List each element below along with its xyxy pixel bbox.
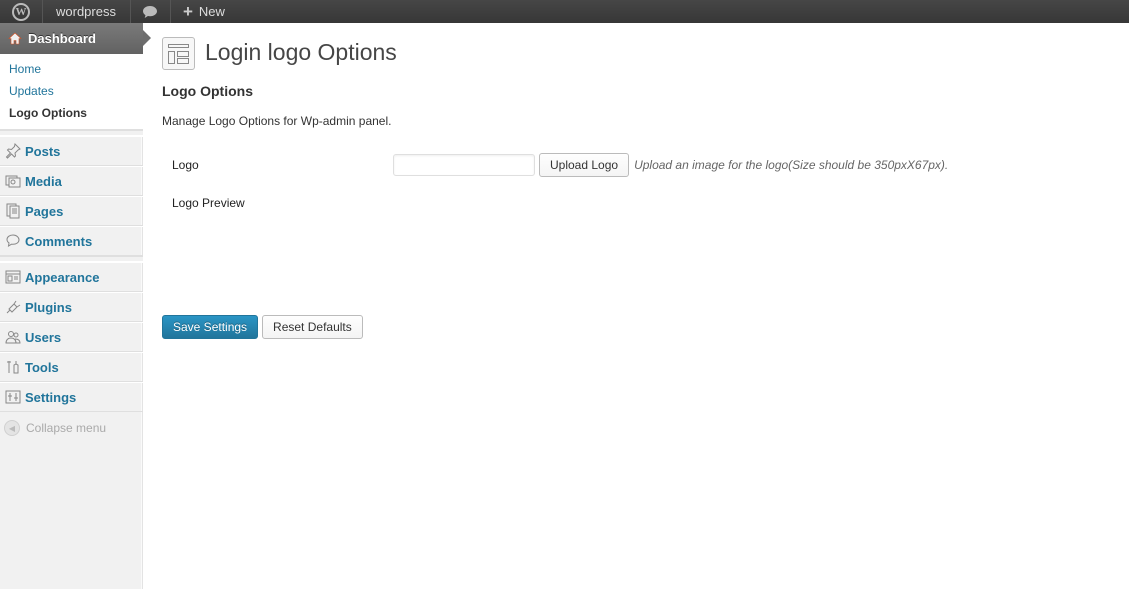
sidebar-item-dashboard[interactable]: Dashboard <box>0 23 151 54</box>
new-label: New <box>198 4 225 19</box>
sidebar-item-settings[interactable]: Settings <box>0 382 143 412</box>
dashboard-submenu: Home Updates Logo Options <box>0 54 143 130</box>
collapse-arrow-icon: ◀ <box>4 420 20 436</box>
sidebar-item-label: Dashboard <box>28 31 96 46</box>
sidebar-item-posts[interactable]: Posts <box>0 136 143 166</box>
comment-bubble-icon <box>143 5 158 18</box>
collapse-menu-button[interactable]: ◀ Collapse menu <box>0 412 143 444</box>
settings-icon <box>4 389 22 405</box>
section-title: Logo Options <box>162 83 253 99</box>
submenu-item-logo-options[interactable]: Logo Options <box>0 102 143 124</box>
home-icon <box>6 31 24 47</box>
tools-icon <box>4 359 22 375</box>
page-title: Login logo Options <box>205 38 397 65</box>
sidebar-item-users[interactable]: Users <box>0 322 143 352</box>
upload-logo-button[interactable]: Upload Logo <box>539 153 630 177</box>
logo-preview-label: Logo Preview <box>172 196 245 210</box>
submenu-item-home[interactable]: Home <box>0 58 143 80</box>
sidebar-item-label: Settings <box>25 389 77 405</box>
logo-field-row: Logo Upload Logo Upload an image for the… <box>172 153 1122 177</box>
new-content-button[interactable]: + New <box>171 0 235 23</box>
page-header: Login logo Options <box>162 23 1129 81</box>
sidebar-item-label: Posts <box>25 143 61 159</box>
options-page-icon <box>162 36 195 70</box>
sidebar-item-label: Tools <box>25 359 59 375</box>
section-description: Manage Logo Options for Wp-admin panel. <box>162 114 392 128</box>
users-icon <box>4 329 22 345</box>
sidebar-item-tools[interactable]: Tools <box>0 352 143 382</box>
appearance-icon <box>4 269 22 285</box>
wordpress-logo-button[interactable]: W <box>0 0 43 23</box>
sidebar-item-label: Pages <box>25 203 64 219</box>
sidebar-item-label: Plugins <box>25 299 72 315</box>
plus-icon: + <box>182 1 193 21</box>
media-icon <box>4 173 22 189</box>
collapse-menu-label: Collapse menu <box>26 421 107 435</box>
sidebar-item-label: Appearance <box>25 269 100 285</box>
sidebar-item-label: Comments <box>25 233 93 249</box>
sidebar-item-plugins[interactable]: Plugins <box>0 292 143 322</box>
admin-bar: W wordpress + New <box>0 0 1129 23</box>
sidebar-item-label: Media <box>25 173 62 189</box>
save-settings-button[interactable]: Save Settings <box>162 315 259 339</box>
submenu-item-updates[interactable]: Updates <box>0 80 143 102</box>
admin-menu: Dashboard Home Updates Logo Options Post… <box>0 23 151 444</box>
sidebar-item-label: Users <box>25 329 62 345</box>
logo-preview-row: Logo Preview <box>172 195 245 210</box>
sidebar-item-pages[interactable]: Pages <box>0 196 143 226</box>
sidebar-item-media[interactable]: Media <box>0 166 143 196</box>
sidebar-item-comments[interactable]: Comments <box>0 226 143 256</box>
reset-defaults-button[interactable]: Reset Defaults <box>262 315 363 339</box>
logo-field-label: Logo <box>172 158 199 172</box>
sidebar-item-appearance[interactable]: Appearance <box>0 262 143 292</box>
pushpin-icon <box>4 143 22 159</box>
comments-button[interactable] <box>131 0 171 23</box>
logo-field-hint: Upload an image for the logo(Size should… <box>634 158 949 172</box>
main-content: Login logo Options Logo Options Manage L… <box>162 23 1129 339</box>
wordpress-logo-icon: W <box>12 2 30 21</box>
comment-icon <box>4 233 22 249</box>
logo-url-input[interactable] <box>393 154 535 176</box>
site-name-link[interactable]: wordpress <box>43 0 131 23</box>
plugin-icon <box>4 299 22 315</box>
form-actions: Save Settings Reset Defaults <box>162 315 363 339</box>
pages-icon <box>4 203 22 219</box>
